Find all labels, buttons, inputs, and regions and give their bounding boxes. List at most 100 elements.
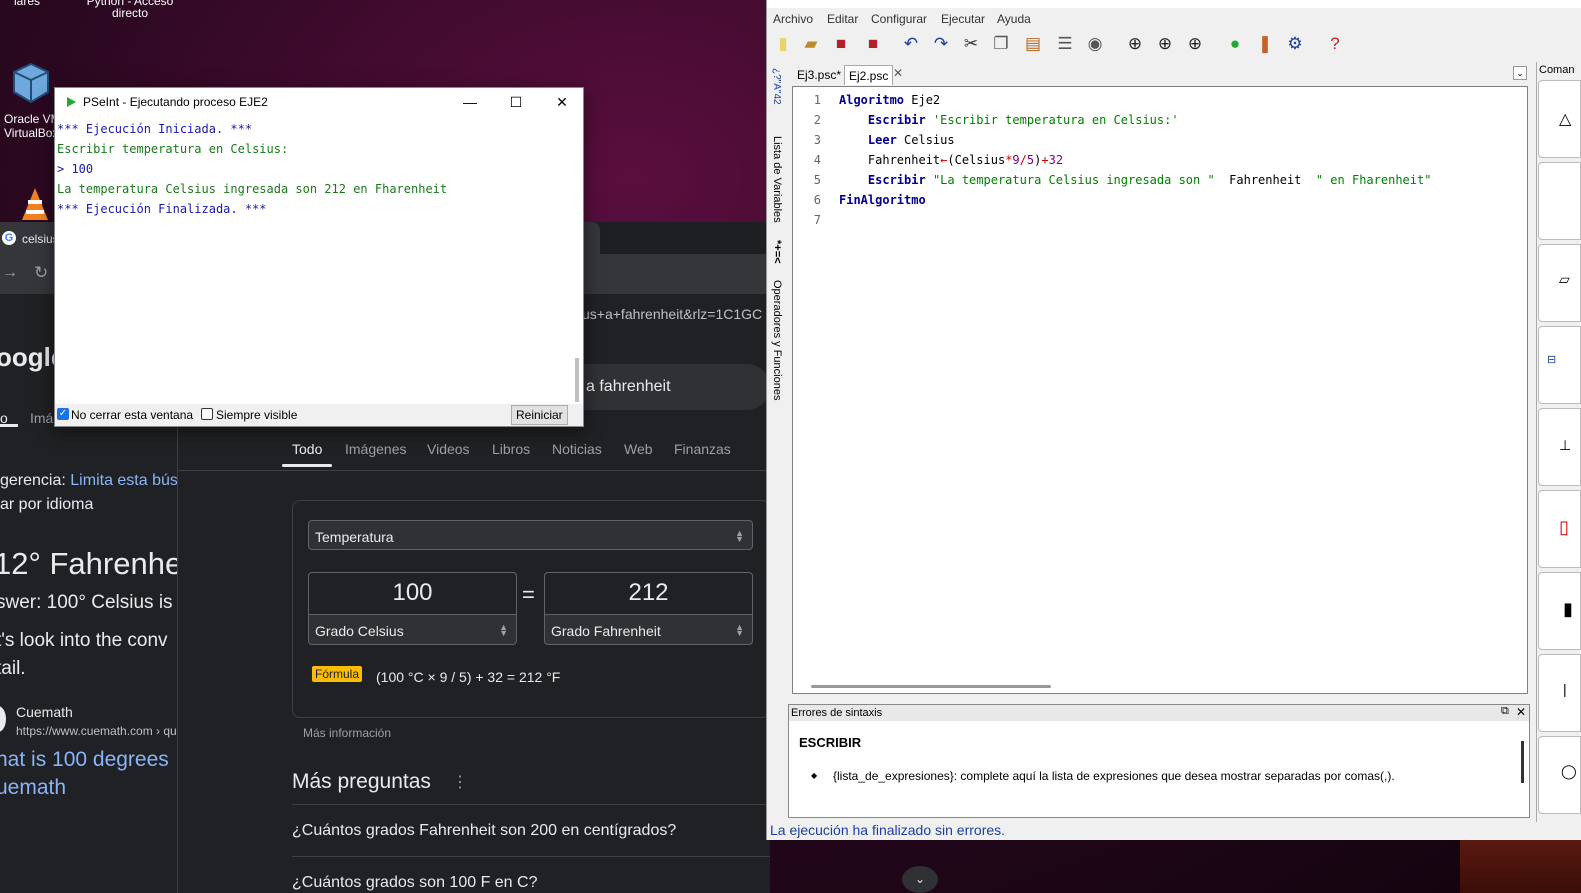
- restore-panel-icon[interactable]: ⧉: [1501, 705, 1509, 718]
- close-tab-icon[interactable]: ✕: [893, 66, 903, 80]
- new-file-icon[interactable]: ▮: [771, 32, 795, 56]
- tab-libros[interactable]: Libros: [492, 441, 530, 457]
- tab-finanzas[interactable]: Finanzas: [674, 441, 731, 457]
- keep-open-checkbox[interactable]: ✓: [57, 408, 69, 420]
- command-button-assign[interactable]: △: [1538, 80, 1581, 158]
- left-tab-fragment[interactable]: Imá: [30, 410, 53, 426]
- desktop-icon-label[interactable]: lares: [14, 0, 40, 8]
- reload-icon[interactable]: ↻: [34, 263, 48, 283]
- more-info-link[interactable]: Más información: [303, 726, 391, 740]
- menu-configurar[interactable]: Configurar: [871, 12, 927, 26]
- tabs-dropdown-icon[interactable]: ⌄: [1513, 66, 1527, 80]
- unit-type-value: Temperatura: [315, 529, 394, 545]
- chevron-down-icon[interactable]: ⌄: [902, 866, 938, 893]
- always-visible-label[interactable]: Siempre visible: [216, 408, 297, 422]
- save-as-icon[interactable]: ■: [861, 32, 885, 56]
- code-line-2: Escribir 'Escribir temperatura en Celsiu…: [867, 113, 1179, 127]
- command-button-for[interactable]: |: [1538, 654, 1581, 732]
- maximize-icon[interactable]: ☐: [493, 88, 539, 116]
- result-link-title[interactable]: hat is 100 degrees: [0, 748, 169, 772]
- command-button-repeat[interactable]: ▮: [1538, 572, 1581, 650]
- always-visible-checkbox[interactable]: [201, 408, 213, 420]
- search-query: a fahrenheit: [586, 378, 671, 395]
- pseint-console-window: PSeInt - Ejecutando proceso EJE2 — ☐ ✕ *…: [54, 87, 584, 427]
- result-link-title[interactable]: uemath: [0, 776, 66, 800]
- tab-videos[interactable]: Videos: [427, 441, 470, 457]
- menu-editar[interactable]: Editar: [827, 12, 858, 26]
- line-number: 3: [813, 133, 821, 147]
- undo-icon[interactable]: ↶: [899, 32, 923, 56]
- save-icon[interactable]: ■: [829, 32, 853, 56]
- to-value-input[interactable]: 212: [544, 572, 753, 616]
- editor-hscrollbar[interactable]: [811, 685, 1051, 688]
- from-value: 100: [392, 579, 433, 606]
- replace-icon[interactable]: ⊕: [1183, 32, 1207, 56]
- step-icon[interactable]: ❚: [1253, 32, 1277, 56]
- question-item[interactable]: ¿Cuántos grados Fahrenheit son 200 en ce…: [292, 822, 676, 840]
- tab-lista-variables[interactable]: Lista de Variables: [771, 136, 783, 223]
- address-bar-url[interactable]: us+a+fahrenheit&rlz=1C1GC: [582, 306, 762, 322]
- close-icon[interactable]: ✕: [539, 88, 585, 116]
- close-panel-icon[interactable]: ✕: [1516, 705, 1526, 719]
- menu-archivo[interactable]: Archivo: [773, 12, 813, 26]
- source-url[interactable]: https://www.cuemath.com › qu: [16, 724, 177, 738]
- console-line: > 100: [57, 162, 94, 176]
- search-by-language[interactable]: ar por idioma: [0, 496, 93, 514]
- tab-imagenes[interactable]: Imágenes: [345, 441, 406, 457]
- search-input[interactable]: a fahrenheit: [578, 364, 770, 410]
- to-unit-select[interactable]: Grado Fahrenheit ▲ ▼: [544, 614, 753, 645]
- command-button-write[interactable]: [1538, 162, 1581, 240]
- flowchart-icon[interactable]: ⚙: [1283, 32, 1307, 56]
- command-button-function[interactable]: ◯: [1538, 736, 1581, 814]
- tab-operadores-funciones[interactable]: Operadores y Funciones: [771, 280, 783, 400]
- console-scrollbar[interactable]: [575, 358, 579, 402]
- forward-icon[interactable]: →: [2, 264, 18, 282]
- command-button-if[interactable]: ⊟: [1538, 326, 1581, 404]
- comment-icon[interactable]: ◉: [1083, 32, 1107, 56]
- keep-open-label[interactable]: No cerrar esta ventana: [71, 408, 193, 422]
- line-number: 5: [813, 173, 821, 187]
- tab-noticias[interactable]: Noticias: [552, 441, 602, 457]
- find-next-icon[interactable]: ⊕: [1153, 32, 1177, 56]
- from-unit-select[interactable]: Grado Celsius ▲ ▼: [308, 614, 517, 645]
- desktop-icon-label[interactable]: directo: [80, 6, 180, 20]
- restart-button[interactable]: Reiniciar: [511, 405, 568, 425]
- file-tab-ej2[interactable]: Ej2.psc: [844, 65, 894, 85]
- code-line-6: FinAlgoritmo: [839, 193, 926, 207]
- tab-todo[interactable]: Todo: [292, 441, 322, 457]
- menu-ayuda[interactable]: Ayuda: [997, 12, 1031, 26]
- minimize-icon[interactable]: —: [447, 88, 493, 116]
- command-button-while[interactable]: ▯: [1538, 490, 1581, 568]
- vlc-icon[interactable]: [18, 186, 52, 222]
- tab-web[interactable]: Web: [624, 441, 653, 457]
- copy-icon[interactable]: ❐: [989, 32, 1013, 56]
- operators-glyph[interactable]: *+=<: [771, 240, 783, 264]
- more-options-icon[interactable]: ⋮: [452, 772, 468, 792]
- source-name[interactable]: Cuemath: [16, 704, 73, 720]
- help-icon[interactable]: ?: [1323, 32, 1347, 56]
- console-bottom-bar: ✓ No cerrar esta ventana Siempre visible…: [55, 404, 583, 426]
- menu-ejecutar[interactable]: Ejecutar: [941, 12, 985, 26]
- virtualbox-icon[interactable]: [10, 60, 52, 108]
- command-button-switch[interactable]: ⊥: [1538, 408, 1581, 486]
- file-tab-ej3[interactable]: Ej3.psc*: [793, 65, 845, 85]
- open-folder-icon[interactable]: ▰: [799, 32, 823, 56]
- command-button-read[interactable]: ▱: [1538, 244, 1581, 322]
- redo-icon[interactable]: ↷: [929, 32, 953, 56]
- unit-type-select[interactable]: Temperatura ▲ ▼: [308, 520, 753, 550]
- variables-glyph[interactable]: ¿?"A"42: [771, 68, 782, 105]
- find-icon[interactable]: ⊕: [1123, 32, 1147, 56]
- to-value: 212: [628, 579, 669, 606]
- select-arrows-icon: ▲ ▼: [735, 622, 744, 638]
- from-value-input[interactable]: 100: [308, 572, 517, 616]
- from-unit-label: Grado Celsius: [315, 623, 404, 639]
- box-icon: ▱: [1559, 271, 1570, 287]
- suggestion-link[interactable]: Limita esta búsq: [70, 472, 177, 489]
- panel-scrollbar[interactable]: [1521, 741, 1524, 783]
- indent-icon[interactable]: ☰: [1053, 32, 1077, 56]
- code-editor[interactable]: 1 2 3 4 5 6 7 Algoritmo Eje2 Escribir 'E…: [792, 86, 1528, 694]
- paste-icon[interactable]: ▤: [1021, 32, 1045, 56]
- run-icon[interactable]: ●: [1223, 32, 1247, 56]
- question-item[interactable]: ¿Cuántos grados son 100 F en C?: [292, 874, 537, 892]
- cut-icon[interactable]: ✂: [959, 32, 983, 56]
